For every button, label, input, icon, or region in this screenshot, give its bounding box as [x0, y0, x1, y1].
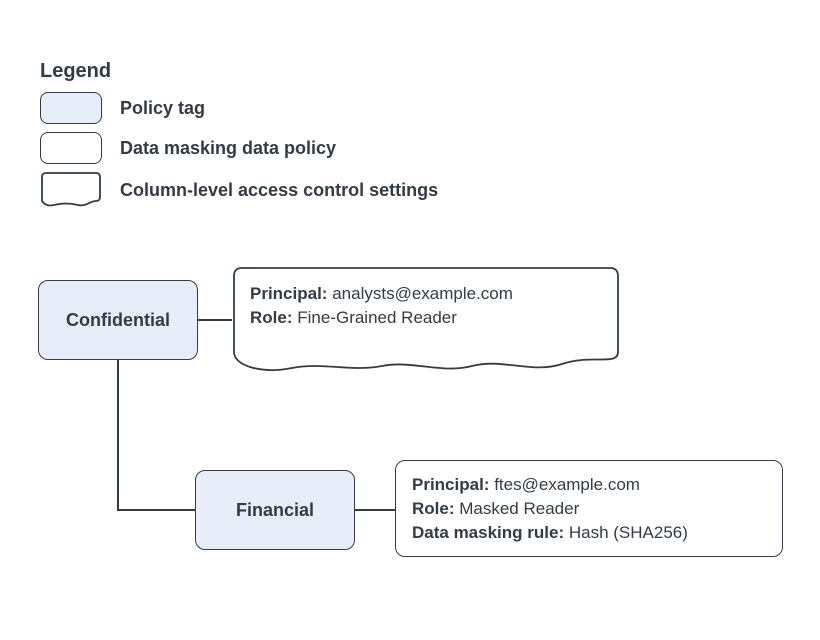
- masking-swatch-icon: [40, 132, 102, 164]
- principal-value: analysts@example.com: [332, 284, 513, 303]
- masking-card-financial: Principal: ftes@example.com Role: Masked…: [395, 460, 783, 557]
- connector-confidential-horizontal: [117, 509, 195, 511]
- legend-row-masking: Data masking data policy: [40, 132, 336, 164]
- legend-row-policy-tag: Policy tag: [40, 92, 205, 124]
- role-value: Masked Reader: [459, 499, 579, 518]
- clacs-card-confidential: Principal: analysts@example.com Role: Fi…: [232, 266, 620, 384]
- legend-title: Legend: [40, 60, 111, 83]
- policy-tag-confidential: Confidential: [38, 280, 198, 360]
- legend-label-masking: Data masking data policy: [120, 138, 336, 159]
- rule-label: Data masking rule:: [412, 523, 564, 542]
- legend-label-clacs: Column-level access control settings: [120, 180, 438, 201]
- principal-label: Principal:: [250, 284, 327, 303]
- policy-tag-financial: Financial: [195, 470, 355, 550]
- connector-confidential-to-clacs: [198, 319, 232, 321]
- connector-confidential-vertical: [117, 360, 119, 510]
- legend-row-clacs: Column-level access control settings: [40, 172, 438, 208]
- legend-label-policy-tag: Policy tag: [120, 98, 205, 119]
- policy-tag-financial-label: Financial: [236, 500, 314, 521]
- clacs-card-confidential-content: Principal: analysts@example.com Role: Fi…: [250, 282, 604, 330]
- role-value: Fine-Grained Reader: [297, 308, 457, 327]
- role-label: Role:: [412, 499, 455, 518]
- connector-financial-to-mask: [355, 509, 395, 511]
- principal-label: Principal:: [412, 475, 489, 494]
- policy-tag-confidential-label: Confidential: [66, 310, 170, 331]
- clacs-swatch-icon: [40, 172, 102, 208]
- principal-value: ftes@example.com: [494, 475, 640, 494]
- policy-tag-swatch-icon: [40, 92, 102, 124]
- diagram-canvas: Legend Policy tag Data masking data poli…: [0, 0, 820, 640]
- role-label: Role:: [250, 308, 293, 327]
- rule-value: Hash (SHA256): [569, 523, 688, 542]
